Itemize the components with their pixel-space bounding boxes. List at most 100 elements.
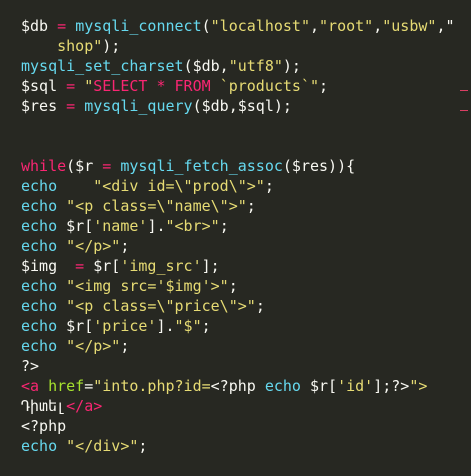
code-token: = bbox=[84, 377, 94, 395]
code-token: 'id' bbox=[337, 377, 374, 395]
code-line[interactable]: <a href="into.php?id=<?php echo $r['id']… bbox=[21, 376, 427, 396]
code-token: "<div id=\"prod\">" bbox=[93, 177, 265, 195]
code-token: <a bbox=[21, 377, 40, 395]
code-token: "root" bbox=[319, 17, 374, 35]
code-token: echo bbox=[21, 437, 58, 455]
code-token: mysqli_set_charset bbox=[21, 57, 184, 75]
code-token: "utf8" bbox=[228, 57, 283, 75]
code-line[interactable]: mysqli_set_charset($db,"utf8"); bbox=[21, 56, 301, 76]
code-token: $img bbox=[21, 257, 58, 275]
code-token: ); bbox=[282, 57, 301, 75]
code-line[interactable]: echo "</div>"; bbox=[21, 436, 147, 456]
code-line[interactable]: while($r = mysqli_fetch_assoc($res)){ bbox=[21, 156, 355, 176]
code-token: 'name' bbox=[93, 217, 148, 235]
code-token: <?php bbox=[210, 377, 256, 395]
code-token: while bbox=[21, 157, 67, 175]
code-token: "<img src='$img'>" bbox=[66, 277, 229, 295]
code-token: ; bbox=[138, 437, 148, 455]
code-token: "</p>" bbox=[66, 337, 121, 355]
code-line[interactable]: <?php bbox=[21, 416, 66, 436]
code-token: ]. bbox=[156, 317, 175, 335]
code-line[interactable]: echo "</p>"; bbox=[21, 336, 129, 356]
code-line[interactable]: echo "<img src='$img'>"; bbox=[21, 276, 238, 296]
code-token: 'price' bbox=[93, 317, 157, 335]
code-line[interactable]: echo "<div id=\"prod\">"; bbox=[21, 176, 274, 196]
code-token: echo bbox=[21, 237, 58, 255]
code-token: echo bbox=[21, 217, 58, 235]
code-token: ; bbox=[255, 297, 265, 315]
code-token: ($res)){ bbox=[282, 157, 356, 175]
code-token: " bbox=[310, 77, 320, 95]
code-token: $r[ bbox=[57, 317, 94, 335]
code-token: ]; bbox=[201, 257, 220, 275]
code-token: = bbox=[57, 77, 85, 95]
code-token: `products` bbox=[219, 77, 310, 95]
code-line[interactable]: $res = mysqli_query($db,$sql); bbox=[21, 96, 292, 116]
code-token: echo bbox=[21, 197, 58, 215]
code-line[interactable]: echo "</p>"; bbox=[21, 236, 129, 256]
code-line[interactable]: echo $r['price']."$"; bbox=[21, 316, 211, 336]
code-token: $db bbox=[21, 17, 49, 35]
code-line[interactable]: $img = $r['img_src']; bbox=[21, 256, 220, 276]
code-token: $r[ bbox=[57, 217, 94, 235]
code-token: ($r bbox=[66, 157, 94, 175]
code-token: ; bbox=[246, 197, 256, 215]
code-token: ?> bbox=[21, 357, 40, 375]
code-token: href bbox=[48, 377, 85, 395]
minimap-marker bbox=[460, 110, 468, 111]
code-token: mysqli_query bbox=[84, 97, 193, 115]
code-token: mysqli_connect bbox=[75, 17, 202, 35]
code-token: , bbox=[310, 17, 320, 35]
code-token: SELECT * FROM bbox=[93, 77, 220, 95]
code-token: $r[ bbox=[300, 377, 338, 395]
code-token: = bbox=[57, 257, 94, 275]
code-token: ; bbox=[120, 337, 130, 355]
code-token: echo bbox=[21, 277, 58, 295]
code-line[interactable]: echo "<p class=\"name\">"; bbox=[21, 196, 256, 216]
code-token: "$" bbox=[174, 317, 202, 335]
code-token: ; bbox=[219, 217, 229, 235]
code-token: $r[ bbox=[93, 257, 121, 275]
code-token: ($db,$sql); bbox=[192, 97, 292, 115]
code-token: <?php bbox=[21, 417, 67, 435]
code-token: ]. bbox=[147, 217, 166, 235]
code-line[interactable]: shop"); bbox=[21, 36, 120, 56]
code-token: 'img_src' bbox=[120, 257, 202, 275]
code-token: "> bbox=[409, 377, 428, 395]
code-token: ; bbox=[264, 177, 274, 195]
code-token: "</p>" bbox=[66, 237, 121, 255]
code-line[interactable]: ?> bbox=[21, 356, 39, 376]
code-token: "usbw" bbox=[382, 17, 437, 35]
code-line[interactable]: Դիտել</a> bbox=[21, 396, 102, 416]
code-token: echo bbox=[21, 337, 58, 355]
code-token: ; bbox=[319, 77, 329, 95]
code-token: ," bbox=[436, 17, 455, 35]
code-line[interactable]: $db = mysqli_connect("localhost","root",… bbox=[21, 16, 455, 36]
minimap-marker bbox=[460, 90, 468, 91]
code-token: ];?> bbox=[373, 377, 410, 395]
code-line[interactable]: echo "<p class=\"price\">"; bbox=[21, 296, 265, 316]
code-token: = bbox=[57, 97, 85, 115]
code-token: "localhost" bbox=[210, 17, 310, 35]
code-token: ; bbox=[201, 317, 211, 335]
code-line[interactable]: $sql = "SELECT * FROM `products`"; bbox=[21, 76, 328, 96]
code-token: "<br>" bbox=[165, 217, 220, 235]
code-line[interactable]: echo $r['name']."<br>"; bbox=[21, 216, 229, 236]
code-token: echo bbox=[21, 317, 58, 335]
code-token: "<p class=\"name\">" bbox=[66, 197, 247, 215]
code-token: "</div>" bbox=[66, 437, 139, 455]
code-token: echo bbox=[264, 377, 301, 395]
code-token: echo bbox=[21, 177, 58, 195]
code-token: ; bbox=[120, 237, 130, 255]
code-token: $res bbox=[21, 97, 58, 115]
code-token: shop" bbox=[21, 37, 103, 55]
code-editor[interactable]: $db = mysqli_connect("localhost","root",… bbox=[0, 0, 471, 476]
code-token: $sql bbox=[21, 77, 58, 95]
